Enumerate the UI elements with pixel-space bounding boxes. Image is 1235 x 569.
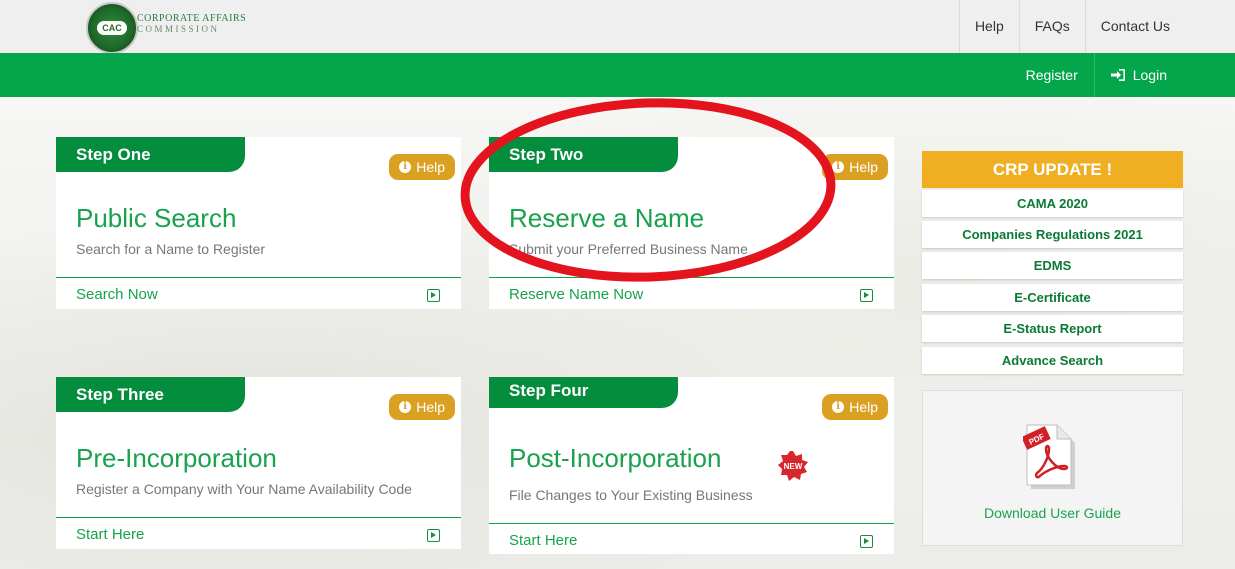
step-one-card: Step One i Help Public Search Search for … (56, 137, 461, 309)
card-divider (56, 277, 461, 278)
card-title: Reserve a Name (509, 203, 705, 233)
start-here-link[interactable]: Start Here (509, 532, 577, 549)
top-bar: CAC CORPORATE AFFAIRS COMMISSION Help FA… (0, 0, 1235, 54)
info-icon: i (832, 161, 845, 173)
advance-search-link[interactable]: Advance Search (922, 347, 1183, 374)
help-label: Help (849, 159, 878, 175)
logo-wordmark[interactable]: CORPORATE AFFAIRS COMMISSION (137, 13, 247, 35)
card-title: Pre-Incorporation (76, 443, 277, 473)
reserve-name-now-link[interactable]: Reserve Name Now (509, 286, 643, 303)
card-title: Post-Incorporation (509, 443, 722, 473)
contact-us-link[interactable]: Contact Us (1084, 0, 1185, 53)
companies-regulations-link[interactable]: Companies Regulations 2021 (922, 221, 1183, 248)
help-link[interactable]: Help (958, 0, 1019, 53)
step-two-card: Step Two i Help Reserve a Name Submit you… (489, 137, 894, 309)
login-label: Login (1132, 67, 1167, 83)
register-link[interactable]: Register (1010, 53, 1095, 97)
info-icon: i (399, 401, 412, 413)
new-badge-icon: NEW (778, 451, 808, 481)
card-divider (489, 277, 894, 278)
help-label: Help (416, 399, 445, 415)
card-subtitle: Submit your Preferred Business Name (509, 241, 748, 257)
step-label: Step One (56, 137, 245, 172)
crp-update-header: CRP UPDATE ! (922, 151, 1183, 188)
cama-2020-link[interactable]: CAMA 2020 (922, 190, 1183, 217)
help-button[interactable]: i Help (389, 154, 455, 180)
start-here-link[interactable]: Start Here (76, 526, 144, 543)
play-square-icon[interactable] (427, 289, 440, 302)
play-square-icon[interactable] (860, 535, 873, 548)
help-button[interactable]: i Help (822, 394, 888, 420)
download-user-guide-link[interactable]: Download User Guide (923, 505, 1182, 521)
step-label: Step Two (489, 137, 678, 172)
play-square-icon[interactable] (427, 529, 440, 542)
top-nav: Help FAQs Contact Us (958, 0, 1185, 53)
card-divider (489, 523, 894, 524)
step-four-card: Step Four i Help Post-Incorporation NEW F… (489, 377, 894, 554)
search-now-link[interactable]: Search Now (76, 286, 158, 303)
help-button[interactable]: i Help (389, 394, 455, 420)
logo-name-line1: CORPORATE AFFAIRS (137, 13, 247, 24)
login-link[interactable]: Login (1095, 53, 1183, 97)
step-label: Step Three (56, 377, 245, 412)
new-badge-label: NEW (784, 462, 803, 471)
help-label: Help (849, 399, 878, 415)
info-icon: i (832, 401, 845, 413)
e-certificate-link[interactable]: E-Certificate (922, 284, 1183, 311)
card-title: Public Search (76, 203, 237, 233)
pdf-file-icon[interactable]: PDF (1023, 423, 1081, 493)
logo-name-line2: COMMISSION (137, 24, 220, 34)
help-button[interactable]: i Help (822, 154, 888, 180)
user-guide-panel[interactable]: PDF Download User Guide (922, 390, 1183, 546)
edms-link[interactable]: EDMS (922, 252, 1183, 279)
card-subtitle: Register a Company with Your Name Availa… (76, 481, 412, 497)
help-label: Help (416, 159, 445, 175)
cac-logo[interactable]: CAC (86, 2, 138, 54)
card-subtitle: Search for a Name to Register (76, 241, 266, 257)
green-nav-bar: Register Login (0, 53, 1235, 97)
sign-in-icon (1110, 69, 1125, 81)
logo-badge: CAC (97, 21, 127, 35)
info-icon: i (399, 161, 412, 173)
faqs-link[interactable]: FAQs (1018, 0, 1085, 53)
play-square-icon[interactable] (860, 289, 873, 302)
e-status-report-link[interactable]: E-Status Report (922, 315, 1183, 342)
step-three-card: Step Three i Help Pre-Incorporation Regis… (56, 377, 461, 549)
card-subtitle: File Changes to Your Existing Business (509, 487, 753, 503)
step-label: Step Four (489, 377, 678, 408)
card-divider (56, 517, 461, 518)
